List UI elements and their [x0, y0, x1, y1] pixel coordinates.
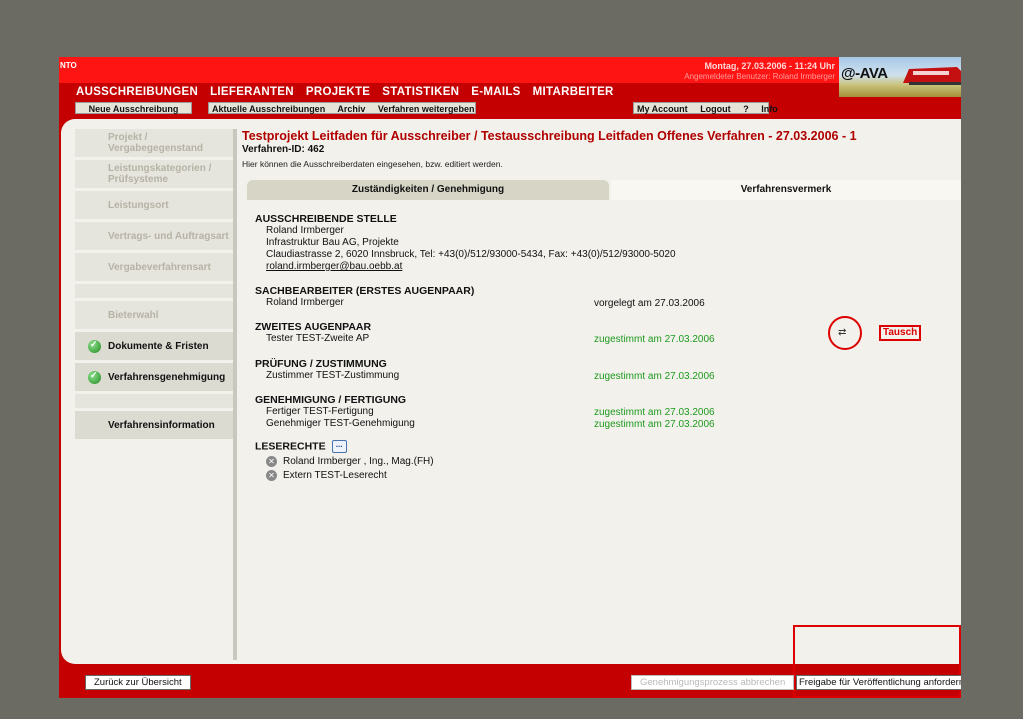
status-text: zugestimmt am 27.03.2006	[594, 334, 715, 345]
status-text: zugestimmt am 27.03.2006	[594, 419, 715, 430]
sidebar-item-label: Vergabeverfahrensart	[108, 261, 211, 273]
section-heading: ZWEITES AUGENPAAR	[255, 321, 372, 333]
sidebar-item-label: Verfahrensgenehmigung	[108, 371, 226, 383]
header-bar: NTO Montag, 27.03.2006 - 11:24 Uhr Angem…	[59, 57, 839, 83]
reader-name: Roland Irmberger , Ing., Mag.(FH)	[283, 456, 434, 468]
status-text: zugestimmt am 27.03.2006	[594, 407, 715, 418]
contact-name: Roland Irmberger	[266, 225, 344, 236]
tab-verfahrensvermerk[interactable]: Verfahrensvermerk	[611, 180, 961, 201]
train-icon	[903, 67, 961, 85]
sidebar-item-vertragsart: Vertrags- und Auftragsart	[75, 222, 233, 250]
sidebar-item-bieterwahl: Bieterwahl	[75, 301, 233, 329]
page-hint: Hier können die Ausschreiberdaten einges…	[242, 159, 503, 169]
section-heading: SACHBEARBEITER (ERSTES AUGENPAAR)	[255, 285, 475, 297]
person-name: Zustimmer TEST-Zustimmung	[266, 370, 400, 381]
user-info: Angemeldeter Benutzer: Roland Irmberger	[684, 72, 835, 81]
check-icon	[88, 370, 101, 384]
new-tender-label: Neue Ausschreibung	[88, 104, 179, 114]
date-time: Montag, 27.03.2006 - 11:24 Uhr	[704, 61, 835, 71]
main-content: Testprojekt Leitfaden für Ausschreiber /…	[242, 129, 961, 660]
nav-statistiken[interactable]: STATISTIKEN	[382, 86, 459, 98]
status-text: vorgelegt am 27.03.2006	[594, 298, 705, 309]
subnav-transfer[interactable]: Verfahren weitergeben	[378, 104, 475, 114]
tab-bar: Zuständigkeiten / Genehmigung Verfahrens…	[247, 180, 961, 201]
sidebar-item-verfahrensinformation[interactable]: Verfahrensinformation	[75, 411, 233, 439]
request-release-button[interactable]: Freigabe für Veröffentlichung anfordern	[796, 675, 961, 690]
section-heading: PRÜFUNG / ZUSTIMMUNG	[255, 358, 387, 370]
sidebar-item-label: Bieterwahl	[108, 309, 159, 321]
tab-body: AUSSCHREIBENDE STELLE Roland Irmberger I…	[247, 200, 961, 660]
sidebar-item-verfahrensgenehmigung[interactable]: Verfahrensgenehmigung	[75, 363, 233, 391]
section-leserechte: LESERECHTE... ✕ Roland Irmberger , Ing., …	[255, 440, 434, 482]
person-name: Genehmiger TEST-Genehmigung	[266, 418, 415, 429]
section-heading-row: LESERECHTE...	[255, 440, 434, 453]
section-heading: LESERECHTE	[255, 440, 326, 453]
main-nav: AUSSCHREIBUNGEN LIEFERANTEN PROJEKTE STA…	[76, 86, 614, 98]
section-genehmigung: GENEHMIGUNG / FERTIGUNG Fertiger TEST-Fe…	[255, 394, 415, 430]
sidebar-item-leistungskategorien: Leistungskategorien / Prüfsysteme	[75, 160, 233, 188]
subnav-info[interactable]: Info	[761, 104, 778, 114]
app-logo: @-AVA	[839, 57, 961, 97]
section-sachbearbeiter: SACHBEARBEITER (ERSTES AUGENPAAR) Roland…	[255, 285, 474, 309]
contact-org: Infrastruktur Bau AG, Projekte	[266, 237, 399, 248]
person-name: Tester TEST-Zweite AP	[266, 333, 370, 344]
subnav-current[interactable]: Aktuelle Ausschreibungen	[212, 104, 325, 114]
check-icon	[88, 339, 101, 353]
contact-address: Claudiastrasse 2, 6020 Innsbruck, Tel: +…	[266, 249, 676, 260]
sidebar-item-label: Leistungsort	[108, 199, 169, 211]
subnav-my-account[interactable]: My Account	[637, 104, 688, 114]
remove-icon[interactable]: ✕	[266, 470, 277, 482]
sidebar-divider	[233, 129, 237, 660]
sidebar-item-dokumente[interactable]: Dokumente & Fristen	[75, 332, 233, 360]
list-item: ✕ Extern TEST-Leserecht	[255, 470, 434, 482]
sidebar-item-label: Vertrags- und Auftragsart	[108, 230, 229, 242]
remove-icon[interactable]: ✕	[266, 456, 277, 467]
tausch-button[interactable]: Tausch	[879, 325, 922, 341]
sidebar-item-label: Dokumente & Fristen	[108, 340, 209, 352]
sidebar-spacer	[75, 284, 233, 298]
sidebar-item-label: Projekt / Vergabegegenstand	[108, 132, 204, 154]
sidebar-item-leistungsort: Leistungsort	[75, 191, 233, 219]
sidebar-spacer	[75, 394, 233, 408]
logo-left: NTO	[60, 61, 77, 70]
status-text: zugestimmt am 27.03.2006	[594, 371, 715, 382]
sub-nav: Neue Ausschreibung Aktuelle Ausschreibun…	[59, 101, 961, 115]
back-button[interactable]: Zurück zur Übersicht	[85, 675, 191, 690]
contact-email-link[interactable]: roland.irmberger@bau.oebb.at	[266, 261, 402, 272]
section-ausschreibende-stelle: AUSSCHREIBENDE STELLE Roland Irmberger I…	[255, 213, 676, 273]
nav-ausschreibungen[interactable]: AUSSCHREIBUNGEN	[76, 86, 198, 98]
person-name: Fertiger TEST-Fertigung	[266, 406, 374, 417]
section-pruefung: PRÜFUNG / ZUSTIMMUNG Zustimmer TEST-Zust…	[255, 358, 399, 382]
person-name: Roland Irmberger	[266, 297, 344, 308]
nav-mitarbeiter[interactable]: MITARBEITER	[533, 86, 614, 98]
page-title: Testprojekt Leitfaden für Ausschreiber /…	[242, 129, 857, 143]
abort-approval-button: Genehmigungsprozess abbrechen	[631, 675, 795, 690]
sidebar-item-label: Leistungskategorien / Prüfsysteme	[108, 163, 212, 185]
nav-projekte[interactable]: PROJEKTE	[306, 86, 370, 98]
sub-nav-links: Aktuelle Ausschreibungen Archiv Verfahre…	[208, 102, 476, 114]
sidebar-item-label: Verfahrensinformation	[108, 419, 215, 431]
more-button[interactable]: ...	[331, 440, 347, 453]
app-frame: NTO Montag, 27.03.2006 - 11:24 Uhr Angem…	[59, 57, 961, 698]
new-tender-button[interactable]: Neue Ausschreibung	[75, 102, 192, 114]
section-heading: GENEHMIGUNG / FERTIGUNG	[255, 394, 407, 406]
sidebar-item-vergabeverfahrensart: Vergabeverfahrensart	[75, 253, 233, 281]
nav-emails[interactable]: E-MAILS	[471, 86, 520, 98]
section-zweites-augenpaar: ZWEITES AUGENPAAR Tester TEST-Zweite AP	[255, 321, 371, 345]
verfahren-id: Verfahren-ID: 462	[242, 144, 325, 155]
sidebar-item-projekt: Projekt / Vergabegegenstand	[75, 129, 233, 157]
subnav-logout[interactable]: Logout	[700, 104, 731, 114]
swap-icon[interactable]: ⇄	[838, 327, 852, 338]
subnav-help[interactable]: ?	[743, 104, 749, 114]
subnav-archive[interactable]: Archiv	[337, 104, 365, 114]
sub-nav-account: My Account Logout ? Info	[633, 102, 778, 114]
section-heading: AUSSCHREIBENDE STELLE	[255, 213, 397, 225]
tab-zustaendigkeiten[interactable]: Zuständigkeiten / Genehmigung	[247, 180, 609, 200]
sidebar: Projekt / Vergabegegenstand Leistungskat…	[75, 129, 233, 442]
app-logo-text: @-AVA	[841, 65, 888, 82]
nav-lieferanten[interactable]: LIEFERANTEN	[210, 86, 294, 98]
list-item: ✕ Roland Irmberger , Ing., Mag.(FH)	[255, 456, 434, 468]
reader-name: Extern TEST-Leserecht	[283, 470, 387, 482]
